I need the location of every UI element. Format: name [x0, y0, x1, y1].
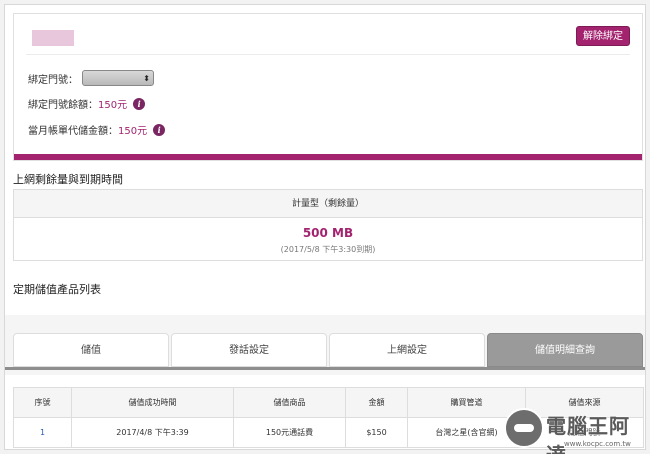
products-title: 定期儲值產品列表 [13, 283, 101, 296]
tab-top-up-history[interactable]: 儲值明細查詢 [487, 333, 643, 367]
bill-label: 當月帳單代儲金額： [28, 126, 118, 137]
column-header: 金額 [345, 387, 408, 418]
column-header: 序號 [13, 387, 72, 418]
blurred-account-name [32, 30, 74, 46]
account-card: 解除綁定 綁定門號： ⬍ 綁定門號餘額： 150元 i 當月帳單代儲金額： 15… [13, 13, 643, 161]
tab-top-up[interactable]: 儲值 [13, 333, 169, 367]
mascot-icon [504, 408, 544, 448]
table-cell: 150元通話費 [233, 417, 346, 448]
watermark-url: www.kocpc.com.tw [564, 440, 631, 448]
table-cell: $150 [345, 417, 408, 448]
chevron-updown-icon: ⬍ [143, 73, 150, 83]
bound-number-row: 綁定門號： ⬍ [28, 70, 154, 86]
data-balance-expiry: (2017/5/8 下午3:30到期) [280, 245, 376, 254]
bound-number-select[interactable]: ⬍ [82, 70, 154, 86]
column-header: 儲值成功時間 [71, 387, 234, 418]
card-divider [26, 54, 630, 55]
balance-label: 綁定門號餘額： [28, 100, 98, 111]
data-balance-title: 上網剩餘量與到期時間 [13, 173, 123, 186]
data-balance-amount: 500 MB [302, 226, 354, 240]
balance-row: 綁定門號餘額： 150元 i [28, 96, 146, 111]
info-icon[interactable]: i [153, 123, 166, 136]
table-cell: 2017/4/8 下午3:39 [71, 417, 234, 448]
watermark-logo: 電腦王阿達 www.kocpc.com.tw [504, 406, 644, 454]
bill-row: 當月帳單代儲金額： 150元 i [28, 122, 166, 137]
tabs-underline [5, 367, 645, 370]
unbind-button[interactable]: 解除綁定 [576, 26, 630, 46]
tab-call-settings[interactable]: 發話設定 [171, 333, 327, 367]
card-accent-bar [14, 154, 642, 160]
bill-value: 150元 [118, 126, 148, 137]
tab-bar: 儲值 發話設定 上網設定 儲值明細查詢 [13, 333, 643, 367]
bound-number-label: 綁定門號： [28, 74, 78, 86]
page-frame: 解除綁定 綁定門號： ⬍ 綁定門號餘額： 150元 i 當月帳單代儲金額： 15… [4, 4, 646, 450]
balance-value: 150元 [98, 100, 128, 111]
info-icon[interactable]: i [133, 97, 146, 110]
data-balance-table: 計量型（剩餘量） 500 MB (2017/5/8 下午3:30到期) [13, 189, 643, 261]
data-balance-header: 計量型（剩餘量） [14, 190, 642, 218]
column-header: 儲值商品 [233, 387, 346, 418]
table-cell[interactable]: 1 [13, 417, 72, 448]
tab-data-settings[interactable]: 上網設定 [329, 333, 485, 367]
